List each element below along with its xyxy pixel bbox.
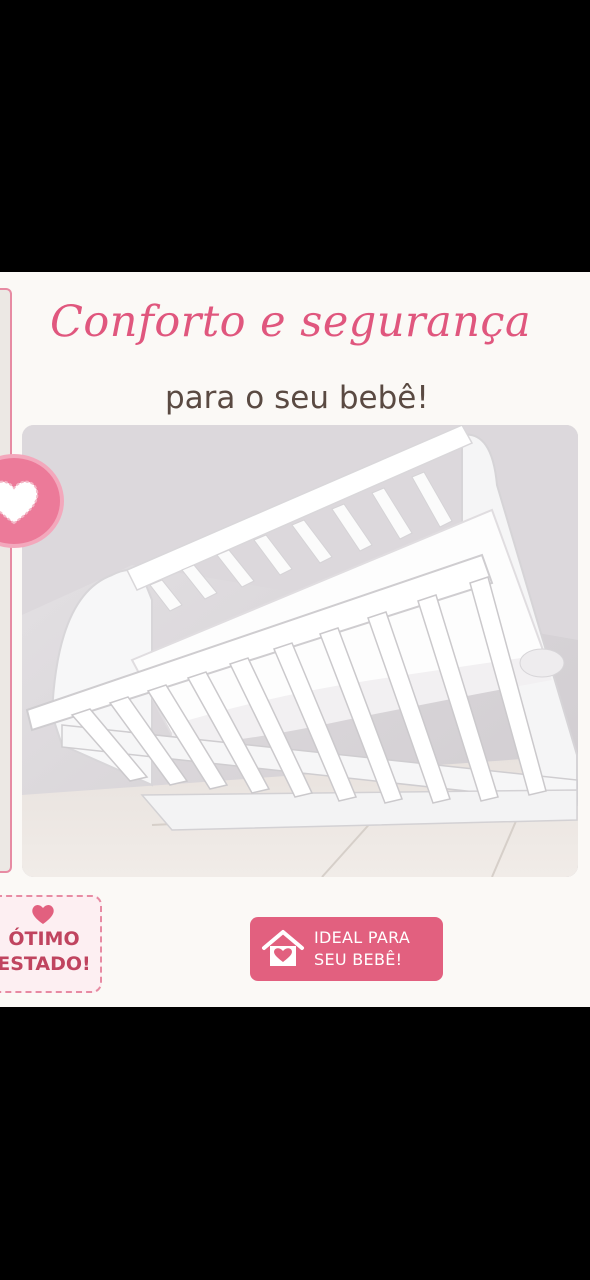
- previous-slide-edge[interactable]: [0, 288, 12, 873]
- heart-icon: [32, 905, 54, 924]
- ideal-line-2: SEU BEBÊ!: [314, 950, 403, 969]
- heart-icon: [0, 480, 39, 525]
- ideal-badge: IDEAL PARA SEU BEBÊ!: [250, 917, 443, 981]
- subheadline: para o seu bebê!: [165, 380, 429, 416]
- crib-illustration: [22, 425, 578, 877]
- promo-card: Conforto e segurança para o seu bebê! ÓT…: [0, 272, 590, 1007]
- condition-line-1: ÓTIMO: [8, 928, 80, 950]
- house-heart-icon: [262, 930, 304, 966]
- headline: Conforto e segurança: [50, 297, 532, 347]
- condition-line-2: ESTADO!: [0, 953, 91, 975]
- crib-photo: [22, 425, 578, 877]
- condition-badge: ÓTIMO ESTADO!: [0, 895, 102, 993]
- ideal-line-1: IDEAL PARA: [314, 928, 411, 947]
